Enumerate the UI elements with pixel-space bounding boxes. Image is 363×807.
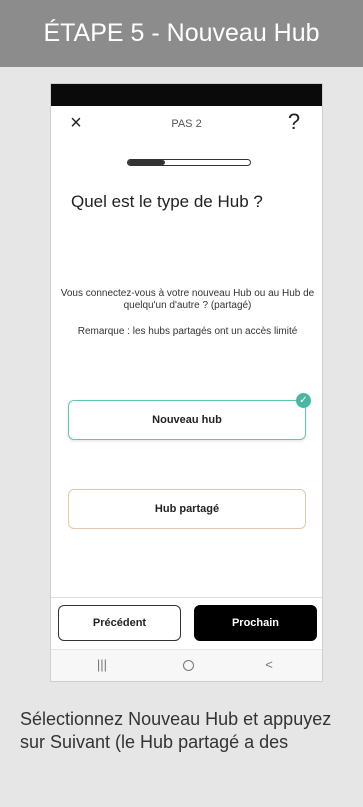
instruction-text: Sélectionnez Nouveau Hub et appuyez sur … — [20, 709, 332, 752]
next-button-label: Prochain — [231, 617, 280, 629]
description-text: Vous connectez-vous à votre nouveau Hub … — [60, 288, 315, 311]
status-bar — [51, 84, 322, 106]
previous-button-label: Précédent — [92, 617, 147, 629]
home-icon[interactable] — [176, 657, 200, 674]
progress-fill — [128, 160, 165, 165]
back-icon[interactable]: < — [257, 657, 281, 672]
check-icon: ✓ — [296, 393, 311, 408]
option-shared-hub[interactable]: Hub partagé — [68, 489, 306, 529]
banner-title: ÉTAPE 5 - Nouveau Hub — [43, 19, 320, 47]
next-button[interactable]: Prochain — [194, 605, 317, 641]
phone-screenshot: PAS 2 × ? Quel est le type de Hub ? Vous… — [50, 83, 323, 682]
step-label: PAS 2 — [171, 118, 202, 130]
progress-bar — [127, 159, 251, 166]
note-text: Remarque : les hubs partagés ont un accè… — [77, 326, 298, 337]
previous-button[interactable]: Précédent — [58, 605, 181, 641]
question-heading: Quel est le type de Hub ? — [71, 192, 263, 211]
android-nav-bar: ||| < — [51, 649, 322, 681]
top-bar: PAS 2 × ? — [51, 106, 322, 142]
recents-icon[interactable]: ||| — [90, 657, 114, 672]
option-new-hub-label: Nouveau hub — [152, 414, 222, 426]
step-banner: ÉTAPE 5 - Nouveau Hub — [0, 0, 363, 67]
option-shared-hub-label: Hub partagé — [154, 503, 220, 515]
help-icon[interactable]: ? — [284, 110, 304, 134]
divider — [51, 597, 322, 598]
close-icon[interactable]: × — [65, 112, 87, 134]
option-new-hub[interactable]: Nouveau hub ✓ — [68, 393, 311, 440]
